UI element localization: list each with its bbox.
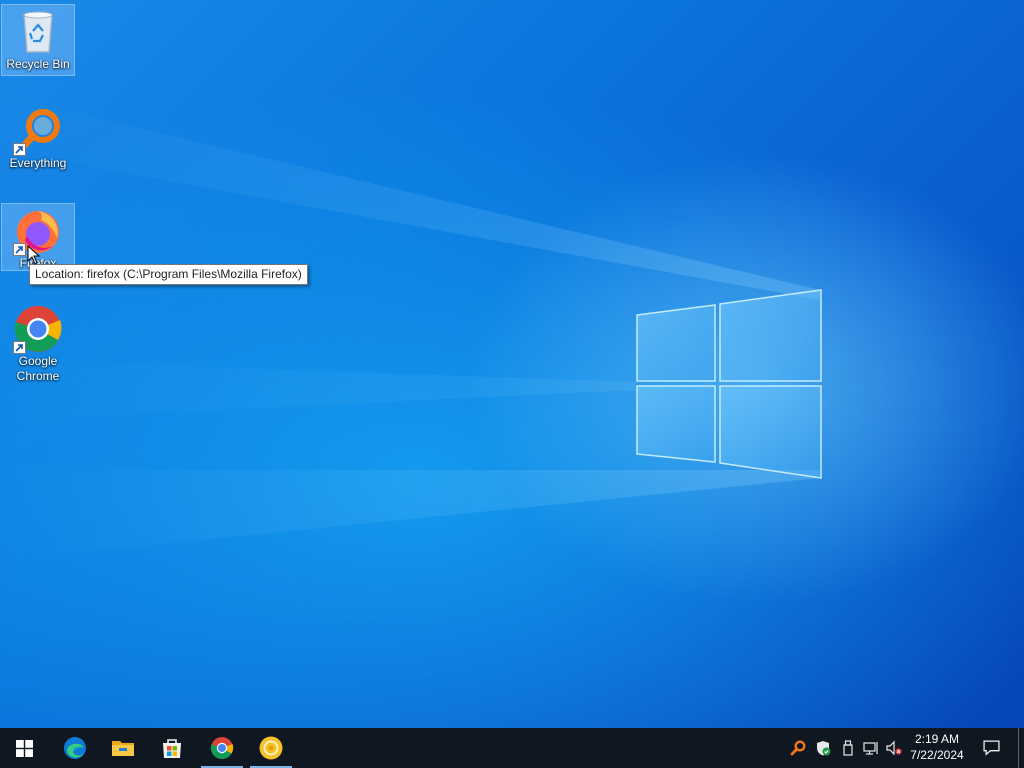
taskbar-clock[interactable]: 2:19 AM 7/22/2024 xyxy=(906,731,968,763)
desktop-wallpaper[interactable] xyxy=(0,0,1024,728)
taskbar-edge-button[interactable] xyxy=(52,728,98,768)
security-shield-icon[interactable] xyxy=(815,740,831,756)
clock-time: 2:19 AM xyxy=(914,732,960,746)
edge-icon xyxy=(64,737,86,759)
volume-muted-icon[interactable] xyxy=(886,740,902,756)
start-button[interactable] xyxy=(2,728,48,768)
everything-search-icon xyxy=(13,106,63,156)
network-icon[interactable] xyxy=(863,740,879,756)
desktop-icon-everything[interactable]: Everything xyxy=(2,104,74,174)
taskbar-chrome-button[interactable] xyxy=(199,728,245,768)
shortcut-arrow-icon xyxy=(13,143,26,156)
taskbar: 2:19 AM 7/22/2024 xyxy=(0,728,1024,768)
desktop-icon-label: Google Chrome xyxy=(16,354,60,383)
usb-drive-icon[interactable] xyxy=(840,740,856,756)
yellow-app-icon xyxy=(259,736,283,760)
desktop-icon-label: Recycle Bin xyxy=(6,57,70,71)
taskbar-yellow-app-button[interactable] xyxy=(248,728,294,768)
action-center-button[interactable] xyxy=(972,728,1012,768)
shortcut-arrow-icon xyxy=(13,243,26,256)
desktop-icon-recycle-bin[interactable]: Recycle Bin xyxy=(1,4,75,76)
file-explorer-icon xyxy=(112,741,134,756)
desktop-icon-label: Everything xyxy=(9,156,67,170)
clock-date: 7/22/2024 xyxy=(910,748,964,762)
mouse-pointer-icon xyxy=(27,245,41,265)
taskbar-file-explorer-button[interactable] xyxy=(100,728,146,768)
chrome-icon xyxy=(210,737,234,759)
action-center-icon xyxy=(983,740,1000,756)
desktop-icon-google-chrome[interactable]: Google Chrome xyxy=(2,302,74,387)
everything-tray-icon[interactable] xyxy=(790,740,806,756)
store-icon xyxy=(163,739,181,758)
chrome-icon xyxy=(13,304,63,354)
windows-start-icon xyxy=(16,740,33,757)
shortcut-arrow-icon xyxy=(13,341,26,354)
windows-logo-wallpaper-art xyxy=(0,95,822,560)
location-tooltip: Location: firefox (C:\Program Files\Mozi… xyxy=(29,264,308,285)
taskbar-store-button[interactable] xyxy=(149,728,195,768)
recycle-bin-icon xyxy=(13,7,63,57)
show-desktop-button[interactable] xyxy=(1018,728,1024,768)
